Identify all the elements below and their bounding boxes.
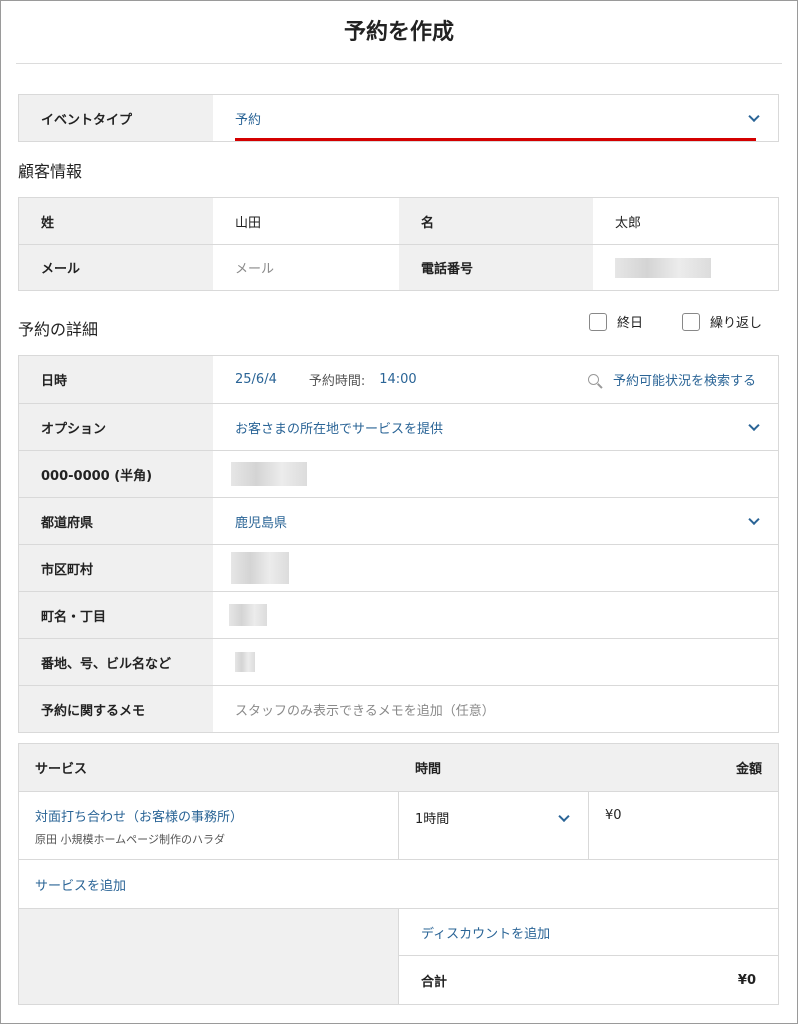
email-field[interactable]: メール xyxy=(213,245,399,290)
total-label: 合計 xyxy=(421,974,448,990)
prefecture-label: 都道府県 xyxy=(19,498,213,544)
chevron-down-icon xyxy=(748,513,760,526)
time-label: 予約時間: xyxy=(308,374,366,389)
price-field[interactable]: ¥0 xyxy=(589,792,778,859)
summary-spacer xyxy=(19,909,399,1004)
datetime-field: 25/6/4 予約時間: 14:00 予約可能状況を検索する xyxy=(213,356,778,403)
address-field[interactable] xyxy=(213,639,778,685)
city-field[interactable] xyxy=(213,545,778,591)
service-cell: 対面打ち合わせ（お客様の事務所） 原田 小規模ホームページ制作のハラダ xyxy=(19,792,399,859)
duration-value: 1時間 xyxy=(415,812,450,827)
town-field[interactable] xyxy=(213,592,778,638)
availability-search[interactable]: 予約可能状況を検索する xyxy=(587,370,756,389)
duration-select[interactable]: 1時間 xyxy=(399,792,589,859)
phone-label: 電話番号 xyxy=(399,245,593,290)
service-name[interactable]: 対面打ち合わせ（お客様の事務所） xyxy=(35,806,398,825)
details-table: 日時 25/6/4 予約時間: 14:00 予約可能状況を検索する オプション … xyxy=(18,355,779,733)
datetime-label: 日時 xyxy=(19,356,213,403)
event-type-value: 予約 xyxy=(235,112,262,128)
all-day-checkbox[interactable]: 終日 xyxy=(589,312,643,331)
customer-table: 姓 山田 名 太郎 メール メール 電話番号 xyxy=(18,197,779,291)
phone-field[interactable] xyxy=(593,245,778,290)
summary-row: ディスカウントを追加 合計 ¥0 xyxy=(19,908,778,1004)
page-title: 予約を作成 xyxy=(343,20,454,45)
repeat-checkbox[interactable]: 繰り返し xyxy=(682,312,762,331)
event-type-label: イベントタイプ xyxy=(19,95,213,141)
availability-search-link[interactable]: 予約可能状況を検索する xyxy=(613,370,756,389)
service-row: 対面打ち合わせ（お客様の事務所） 原田 小規模ホームページ制作のハラダ 1時間 … xyxy=(19,791,778,859)
postal-label: 000-0000 (半角) xyxy=(19,451,213,497)
service-staff: 原田 小規模ホームページ制作のハラダ xyxy=(35,833,225,846)
col-price: 金額 xyxy=(735,762,762,777)
town-redacted xyxy=(229,604,267,626)
email-placeholder: メール xyxy=(235,262,275,277)
first-name-field[interactable]: 太郎 xyxy=(593,198,778,244)
memo-label: 予約に関するメモ xyxy=(19,686,213,732)
postal-field[interactable] xyxy=(213,451,778,497)
customer-heading: 顧客情報 xyxy=(18,162,83,181)
total-value: ¥0 xyxy=(737,972,756,988)
town-label: 町名・丁目 xyxy=(19,592,213,638)
add-discount-link[interactable]: ディスカウントを追加 xyxy=(421,923,550,942)
chevron-down-icon xyxy=(558,810,570,823)
price-value: ¥0 xyxy=(605,808,622,823)
memo-field[interactable]: スタッフのみ表示できるメモを追加（任意） xyxy=(213,686,778,732)
option-value: お客さまの所在地でサービスを提供 xyxy=(235,421,444,437)
col-time: 時間 xyxy=(415,762,442,777)
option-select[interactable]: お客さまの所在地でサービスを提供 xyxy=(213,404,778,450)
all-day-box[interactable] xyxy=(589,312,607,331)
postal-redacted xyxy=(231,462,307,486)
prefecture-select[interactable]: 鹿児島県 xyxy=(213,498,778,544)
prefecture-value: 鹿児島県 xyxy=(235,515,288,531)
details-heading: 予約の詳細 xyxy=(18,320,99,339)
option-label: オプション xyxy=(19,404,213,450)
date-value[interactable]: 25/6/4 xyxy=(235,372,277,387)
address-redacted xyxy=(235,652,255,672)
add-service-link[interactable]: サービスを追加 xyxy=(35,875,126,894)
chevron-down-icon xyxy=(748,110,760,123)
address-label: 番地、号、ビル名など xyxy=(19,639,213,685)
last-name-label: 姓 xyxy=(19,198,213,244)
chevron-down-icon xyxy=(748,419,760,432)
event-type-underline xyxy=(235,138,756,141)
first-name-value: 太郎 xyxy=(615,215,642,231)
services-header: サービス 時間 金額 xyxy=(19,744,778,791)
email-label: メール xyxy=(19,245,213,290)
repeat-label: 繰り返し xyxy=(710,316,763,331)
time-value[interactable]: 14:00 xyxy=(379,372,416,387)
memo-placeholder: スタッフのみ表示できるメモを追加（任意） xyxy=(235,703,495,719)
city-redacted xyxy=(231,552,289,584)
last-name-field[interactable]: 山田 xyxy=(213,198,399,244)
add-service-row: サービスを追加 xyxy=(19,859,778,908)
event-type-row: イベントタイプ 予約 xyxy=(18,94,779,142)
repeat-box[interactable] xyxy=(682,312,700,331)
title-divider xyxy=(16,63,782,64)
last-name-value: 山田 xyxy=(235,215,262,231)
search-icon xyxy=(587,374,599,385)
phone-redacted xyxy=(615,257,711,278)
col-service: サービス xyxy=(35,762,88,777)
all-day-label: 終日 xyxy=(617,316,644,331)
first-name-label: 名 xyxy=(399,198,593,244)
city-label: 市区町村 xyxy=(19,545,213,591)
event-type-select[interactable]: 予約 xyxy=(213,95,778,141)
services-table: サービス 時間 金額 対面打ち合わせ（お客様の事務所） 原田 小規模ホームページ… xyxy=(18,743,779,1005)
